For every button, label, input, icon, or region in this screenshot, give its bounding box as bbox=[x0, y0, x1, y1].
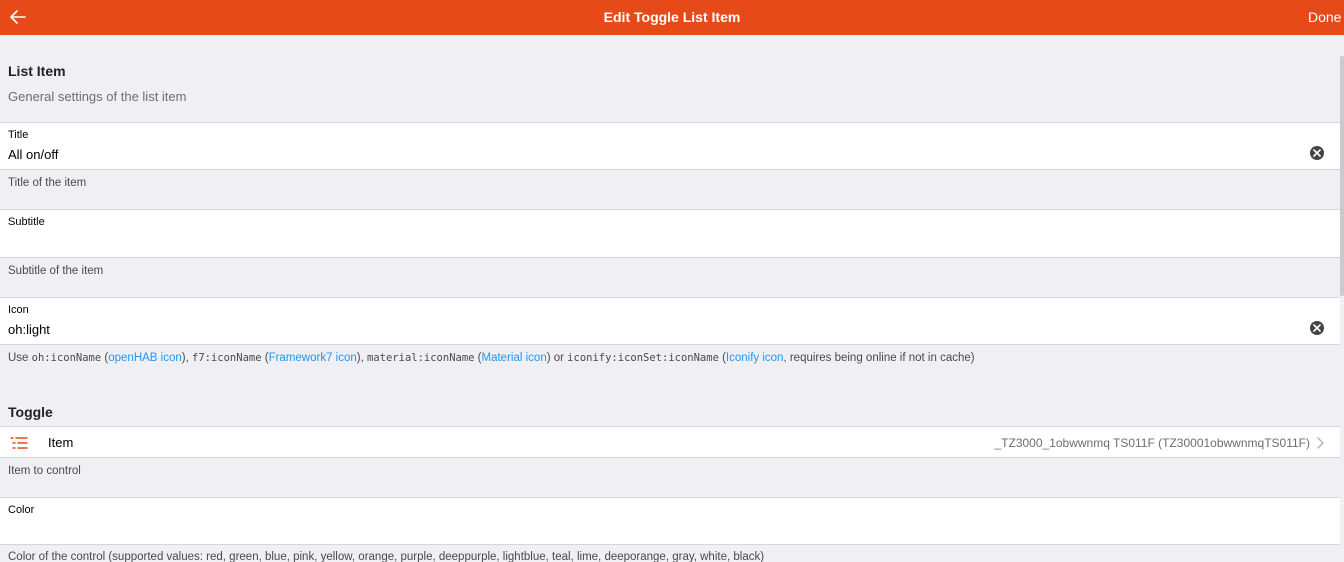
item-picker-info: Item to control bbox=[8, 465, 81, 477]
chevron-right-icon bbox=[1317, 437, 1324, 449]
clear-circle-icon bbox=[1313, 324, 1321, 332]
page-title: Edit Toggle List Item bbox=[603, 9, 741, 25]
info-text: ) or bbox=[546, 352, 568, 364]
list-icon bbox=[10, 437, 28, 449]
color-field[interactable]: Color bbox=[0, 497, 1340, 545]
info-text: ( bbox=[718, 352, 726, 364]
item-picker-label: Item bbox=[48, 435, 74, 450]
list-item-section-description: General settings of the list item bbox=[8, 89, 187, 104]
info-text: ), bbox=[356, 352, 368, 364]
material-icon-link[interactable]: Material icon bbox=[482, 352, 547, 364]
toggle-section-title: Toggle bbox=[8, 404, 53, 420]
navbar: Edit Toggle List Item Done bbox=[0, 0, 1344, 35]
scrollbar[interactable] bbox=[1340, 56, 1344, 296]
info-code-oh: oh:iconName bbox=[31, 352, 102, 364]
title-field[interactable]: Title All on/off bbox=[0, 122, 1340, 170]
info-code-iconify: iconify:iconSet:iconName bbox=[567, 352, 719, 364]
info-text: Use bbox=[8, 352, 32, 364]
info-text: ( bbox=[474, 352, 482, 364]
info-text: ), bbox=[181, 352, 192, 364]
icon-field-label: Icon bbox=[8, 304, 29, 316]
icon-field-info: Use oh:iconName ( openHAB icon), f7:iconN… bbox=[8, 352, 975, 364]
info-code-material: material:iconName bbox=[367, 352, 475, 364]
info-text: ( bbox=[261, 352, 269, 364]
title-field-label: Title bbox=[8, 129, 29, 141]
list-item-section-title: List Item bbox=[8, 63, 66, 79]
title-clear-button[interactable] bbox=[1310, 146, 1324, 160]
iconify-icon-link[interactable]: Iconify icon bbox=[726, 352, 784, 364]
item-picker-value: _TZ3000_1obwwnmq TS011F (TZ30001obwwnmqT… bbox=[994, 436, 1311, 450]
subtitle-field-info: Subtitle of the item bbox=[8, 265, 104, 277]
clear-circle-icon bbox=[1313, 149, 1321, 157]
title-field-info: Title of the item bbox=[8, 177, 87, 189]
icon-clear-button[interactable] bbox=[1310, 321, 1324, 335]
icon-input[interactable]: oh:light bbox=[8, 322, 50, 337]
icon-field[interactable]: Icon oh:light bbox=[0, 297, 1340, 345]
info-text: , requires being online if not in cache) bbox=[783, 352, 975, 364]
framework7-icon-link[interactable]: Framework7 icon bbox=[269, 352, 357, 364]
openhab-icon-link[interactable]: openHAB icon bbox=[108, 352, 182, 364]
color-field-label: Color bbox=[8, 504, 35, 516]
subtitle-field-label: Subtitle bbox=[8, 216, 45, 228]
color-field-info: Color of the control (supported values: … bbox=[8, 551, 765, 562]
done-button[interactable]: Done bbox=[1308, 9, 1344, 25]
item-picker[interactable]: Item _TZ3000_1obwwnmq TS011F (TZ30001obw… bbox=[0, 426, 1340, 458]
info-code-f7: f7:iconName bbox=[192, 352, 262, 364]
title-input[interactable]: All on/off bbox=[8, 147, 58, 162]
subtitle-field[interactable]: Subtitle bbox=[0, 209, 1340, 258]
